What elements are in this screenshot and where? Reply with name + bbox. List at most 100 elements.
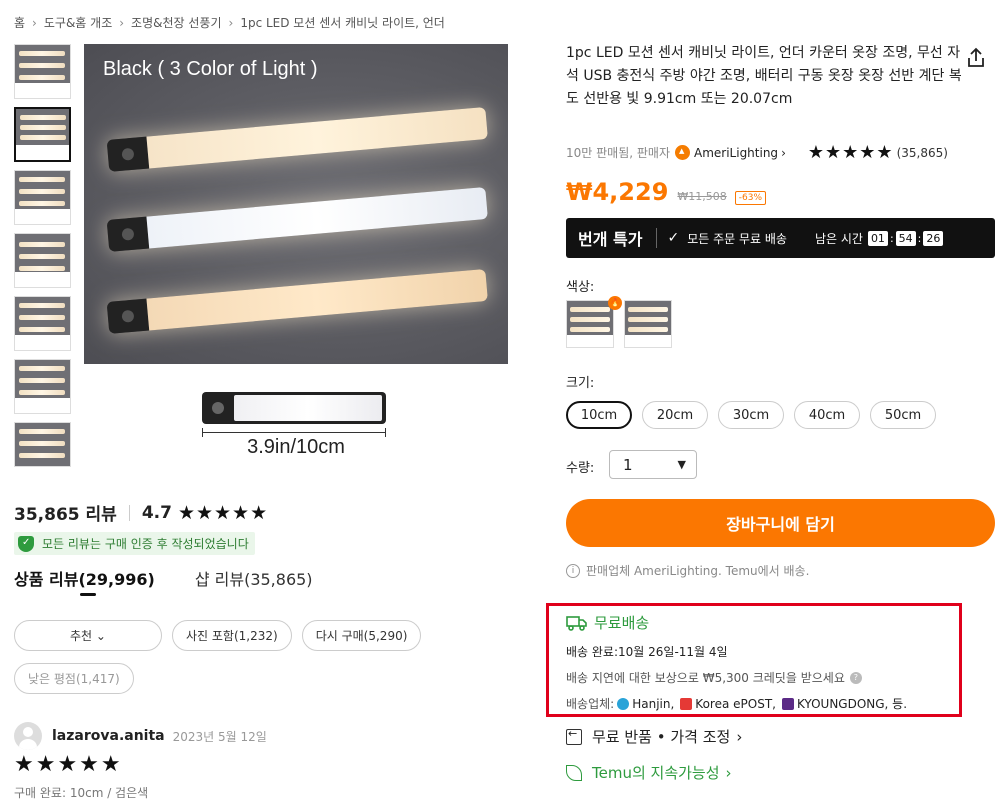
light-bar-small [202, 392, 386, 424]
breadcrumb-current: 1pc LED 모션 센서 캐비닛 라이트, 언더 [240, 16, 445, 30]
breadcrumb-home[interactable]: 홈 [14, 16, 25, 30]
review-rating: 4.7 [141, 502, 172, 523]
breadcrumb: 홈 › 도구&홈 개조 › 조명&천장 선풍기 › 1pc LED 모션 센서 캐비닛 라이… [14, 14, 534, 31]
review-purchase-info: 구매 완료: 10cm / 검은색 [14, 786, 149, 800]
chevron-down-icon: ⌄ [95, 628, 106, 643]
free-shipping-text: 모든 주문 무료 배송 [687, 231, 787, 246]
colon: : [889, 231, 894, 245]
share-icon[interactable] [964, 46, 988, 70]
breadcrumb-tools[interactable]: 도구&홈 개조 [44, 16, 112, 30]
help-icon[interactable]: ? [849, 671, 862, 684]
breadcrumb-separator: › [228, 16, 234, 30]
sustainability-label: Temu의 지속가능성 [592, 764, 720, 782]
korea-post-logo-icon [680, 697, 693, 710]
review-stars-icon: ★★★★★ [14, 752, 123, 777]
size-option-10cm[interactable]: 10cm [566, 401, 632, 429]
price-row: ₩4,229 ₩11,508 -63% [566, 178, 767, 206]
thumbnail[interactable] [14, 359, 71, 414]
review-count: 35,865 리뷰 [14, 505, 117, 525]
thumbnail[interactable] [14, 422, 71, 467]
size-options: 10cm 20cm 30cm 40cm 50cm [566, 401, 946, 429]
thumbnail[interactable] [14, 296, 71, 351]
review-tabs: 상품 리뷰(29,996) 샵 리뷰(35,865) [14, 566, 353, 596]
dimension-label: 3.9in/10cm [247, 436, 345, 458]
size-option-50cm[interactable]: 50cm [870, 401, 936, 429]
review-summary: 35,865 리뷰 4.7 ★★★★★ [14, 500, 269, 526]
hot-icon: 🔥 [608, 296, 622, 310]
chevron-right-icon: › [736, 727, 743, 746]
divider [128, 504, 130, 521]
returns-label: 무료 반품 • 가격 조정 [592, 728, 731, 746]
colon: : [917, 231, 922, 245]
delay-credit-text: 배송 지연에 대한 보상으로 ₩5,300 크레딧을 받으세요 [566, 671, 845, 685]
delay-credit: 배송 지연에 대한 보상으로 ₩5,300 크레딧을 받으세요 ? [566, 669, 862, 686]
store-link[interactable]: AmeriLighting [694, 146, 778, 160]
filter-recommend-dropdown[interactable]: 추천 ⌄ [14, 620, 162, 651]
dimension-line [202, 428, 386, 437]
info-icon: i [566, 563, 580, 578]
tab-product-reviews[interactable]: 상품 리뷰(29,996) [14, 566, 155, 596]
carrier-kyoungdong: KYOUNGDONG, 등. [796, 697, 908, 711]
countdown-hours: 01 [867, 230, 888, 246]
carriers: 배송업체: Hanjin, Korea ePOST, KYOUNGDONG, 등… [566, 695, 907, 712]
add-to-cart-button[interactable]: 장바구니에 담기 [566, 499, 995, 547]
free-shipping-title[interactable]: 무료배송 [566, 612, 649, 633]
avatar [14, 722, 42, 750]
carrier-hanjin: Hanjin, [632, 696, 675, 711]
chevron-down-icon: ▼ [677, 458, 686, 471]
kyoungdong-logo-icon [781, 697, 794, 710]
thumbnail-active[interactable] [14, 107, 71, 162]
reviewer-name[interactable]: lazarova.anita [52, 728, 165, 744]
main-product-image[interactable]: Black ( 3 Color of Light ) 3.9in/10cm [84, 44, 508, 468]
breadcrumb-lighting[interactable]: 조명&천장 선풍기 [131, 16, 221, 30]
chevron-right-icon: › [725, 763, 732, 782]
breadcrumb-separator: › [32, 16, 37, 30]
breadcrumb-separator: › [119, 16, 125, 30]
size-option-20cm[interactable]: 20cm [642, 401, 708, 429]
color-options [566, 300, 682, 348]
sold-count: 10만 판매됨, 판매자 [566, 146, 670, 160]
quantity-value: 1 [623, 455, 633, 474]
seller-note-text: 판매업체 AmeriLighting. Temu에서 배송. [586, 564, 810, 578]
check-icon: ✓ [667, 230, 680, 246]
thumbnail-list [14, 44, 72, 475]
carrier-label: 배송업체: [566, 697, 615, 711]
return-icon [566, 727, 582, 745]
free-shipping-label: 무료배송 [594, 614, 650, 632]
size-option-30cm[interactable]: 30cm [718, 401, 784, 429]
seller-note: i 판매업체 AmeriLighting. Temu에서 배송. [566, 562, 809, 579]
tab-shop-reviews[interactable]: 샵 리뷰(35,865) [195, 566, 313, 590]
verified-notice: 모든 리뷰는 구매 인증 후 작성되었습니다 [14, 532, 255, 555]
rating-stars-icon[interactable]: ★★★★★ [808, 142, 894, 163]
color-option-white[interactable] [624, 300, 672, 348]
returns-link[interactable]: 무료 반품 • 가격 조정 › [566, 726, 742, 747]
carrier-korea-post: Korea ePOST, [695, 696, 776, 711]
filter-repurchase[interactable]: 다시 구매(5,290) [301, 620, 422, 651]
divider [656, 228, 658, 248]
filter-photos[interactable]: 사진 포함(1,232) [172, 620, 292, 651]
rating-count[interactable]: (35,865) [897, 146, 948, 160]
color-option-black-selected[interactable] [566, 300, 614, 348]
thumbnail[interactable] [14, 233, 71, 288]
verified-text: 모든 리뷰는 구매 인증 후 작성되었습니다 [42, 537, 249, 551]
hanjin-logo-icon [617, 697, 630, 710]
size-option-40cm[interactable]: 40cm [794, 401, 860, 429]
quantity-select[interactable]: 1 ▼ [609, 450, 697, 479]
chevron-right-icon: › [781, 145, 786, 160]
truck-icon [566, 615, 587, 631]
rating-stars-icon: ★★★★★ [177, 501, 269, 524]
filter-low-rating[interactable]: 낮은 평점(1,417) [14, 663, 134, 694]
countdown-seconds: 26 [923, 230, 944, 246]
review-filters: 추천 ⌄ 사진 포함(1,232) 다시 구매(5,290) 낮은 평점(1,417… [14, 620, 504, 706]
shield-icon [18, 535, 34, 552]
store-logo-icon [675, 145, 690, 160]
thumbnail[interactable] [14, 44, 71, 99]
review-date: 2023년 5월 12일 [172, 729, 267, 744]
quantity-label: 수량: [566, 461, 595, 476]
sustainability-link[interactable]: Temu의 지속가능성 › [566, 762, 732, 783]
thumbnail[interactable] [14, 170, 71, 225]
current-price: ₩4,229 [566, 178, 669, 206]
delivery-date: 배송 완료:10월 26일-11월 4일 [566, 645, 728, 659]
leaf-icon [566, 764, 582, 781]
filter-recommend-label: 추천 [70, 629, 93, 643]
